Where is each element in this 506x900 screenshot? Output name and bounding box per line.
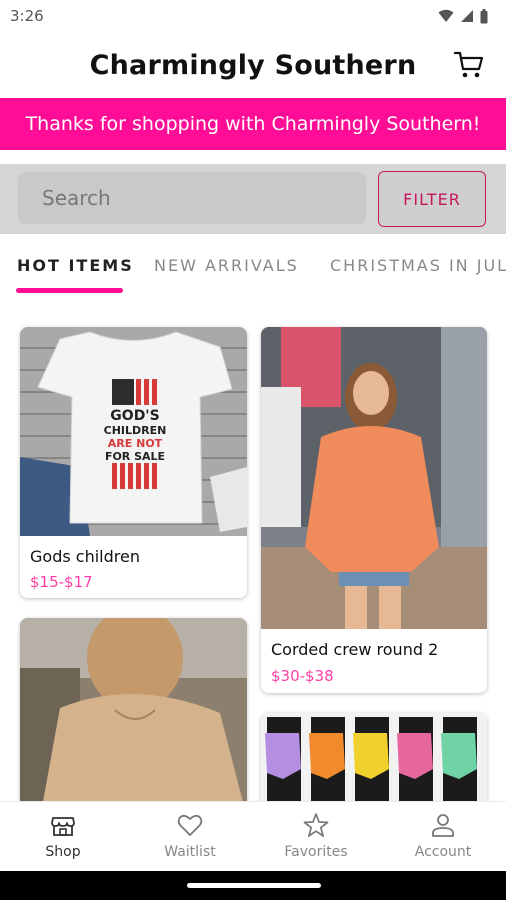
app-header: Charmingly Southern bbox=[0, 32, 506, 98]
active-tab-indicator bbox=[16, 288, 123, 293]
product-image bbox=[261, 327, 487, 629]
search-placeholder: Search bbox=[42, 186, 111, 210]
app-title: Charmingly Southern bbox=[89, 49, 417, 81]
product-price: $15-$17 bbox=[30, 573, 93, 591]
filter-button[interactable]: FILTER bbox=[378, 171, 486, 227]
filter-label: FILTER bbox=[403, 189, 461, 209]
promo-banner: Thanks for shopping with Charmingly Sout… bbox=[0, 98, 506, 150]
tab-christmas-in-july[interactable]: CHRISTMAS IN JULY bbox=[330, 256, 506, 275]
product-image: GOD'S CHILDREN ARE NOT FOR SALE bbox=[20, 327, 247, 536]
shirt-text-line-3: ARE NOT bbox=[108, 437, 163, 450]
product-card-sweater[interactable] bbox=[20, 618, 247, 801]
product-grid: GOD'S CHILDREN ARE NOT FOR SALE Gods chi… bbox=[0, 296, 506, 801]
shirt-text-line-1: GOD'S bbox=[110, 408, 159, 424]
star-icon bbox=[303, 813, 329, 837]
product-image bbox=[20, 618, 247, 801]
nav-account-label: Account bbox=[414, 844, 472, 860]
product-price: $30-$38 bbox=[271, 667, 334, 685]
product-card-corded-crew[interactable]: Corded crew round 2 $30-$38 bbox=[261, 327, 487, 693]
nav-favorites-label: Favorites bbox=[284, 844, 348, 860]
status-icons bbox=[438, 8, 488, 24]
bottom-nav: Shop Waitlist Favorites Account bbox=[0, 801, 506, 872]
nav-waitlist-label: Waitlist bbox=[164, 844, 216, 860]
nav-shop-label: Shop bbox=[45, 844, 81, 860]
product-image bbox=[261, 713, 487, 801]
status-time: 3:26 bbox=[10, 7, 44, 25]
home-gesture-handle[interactable] bbox=[187, 883, 321, 888]
status-bar: 3:26 bbox=[0, 0, 506, 32]
product-card-gods-children[interactable]: GOD'S CHILDREN ARE NOT FOR SALE Gods chi… bbox=[20, 327, 247, 598]
search-bar: Search FILTER bbox=[0, 164, 506, 234]
signal-icon bbox=[461, 10, 473, 22]
cart-button[interactable] bbox=[452, 48, 486, 82]
tab-hot-items[interactable]: HOT ITEMS bbox=[17, 256, 134, 275]
nav-favorites[interactable]: Favorites bbox=[253, 802, 379, 872]
system-nav-bar bbox=[0, 871, 506, 900]
search-input[interactable]: Search bbox=[18, 172, 366, 224]
cart-icon bbox=[454, 51, 484, 78]
product-card-socks[interactable] bbox=[261, 713, 487, 801]
product-name: Corded crew round 2 bbox=[271, 640, 439, 659]
category-tabs: HOT ITEMS NEW ARRIVALS CHRISTMAS IN JULY bbox=[0, 234, 506, 297]
store-icon bbox=[51, 817, 75, 836]
nav-waitlist[interactable]: Waitlist bbox=[127, 802, 253, 872]
nav-shop[interactable]: Shop bbox=[0, 802, 126, 872]
person-icon bbox=[432, 814, 454, 837]
tab-new-arrivals[interactable]: NEW ARRIVALS bbox=[154, 256, 299, 275]
wifi-icon bbox=[438, 9, 454, 22]
heart-icon bbox=[177, 814, 203, 836]
battery-icon bbox=[480, 8, 488, 23]
nav-account[interactable]: Account bbox=[380, 802, 506, 872]
shirt-text-line-4: FOR SALE bbox=[105, 450, 165, 463]
shirt-text-line-2: CHILDREN bbox=[104, 424, 167, 437]
banner-text: Thanks for shopping with Charmingly Sout… bbox=[25, 113, 481, 135]
product-name: Gods children bbox=[30, 547, 140, 566]
